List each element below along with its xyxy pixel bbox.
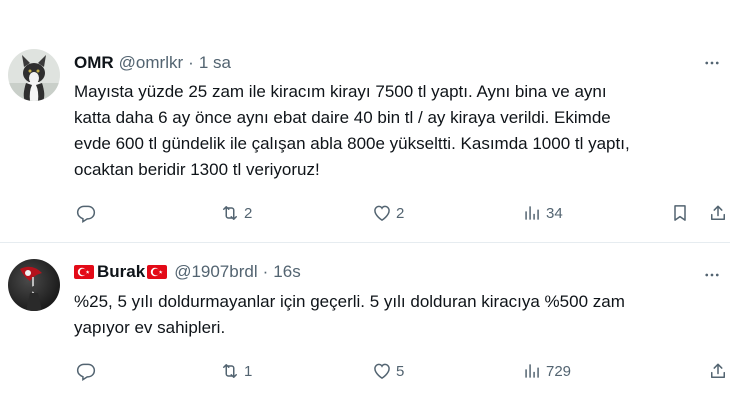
like-icon xyxy=(372,203,392,223)
tweet-header: OMR @omrlkr · 1 sa xyxy=(74,51,231,75)
tweet-text: Mayısta yüzde 25 zam ile kiracım kirayı … xyxy=(74,79,724,183)
user-handle[interactable]: @omrlkr xyxy=(119,53,183,73)
turkish-flag-icon xyxy=(74,265,94,279)
like-button[interactable]: 5 xyxy=(372,358,404,384)
share-icon xyxy=(708,203,728,223)
like-button[interactable]: 2 xyxy=(372,200,404,226)
display-name[interactable]: Burak xyxy=(97,262,145,282)
display-name[interactable]: OMR xyxy=(74,53,114,73)
views-count: 34 xyxy=(546,204,563,222)
views-icon xyxy=(522,361,542,381)
tweet-text-line: katta daha 6 ay önce aynı ebat daire 40 … xyxy=(74,108,611,127)
separator-dot: · xyxy=(188,53,194,72)
views-icon xyxy=(522,203,542,223)
retweet-count: 2 xyxy=(244,204,253,222)
more-icon[interactable] xyxy=(700,51,724,75)
like-count: 2 xyxy=(396,204,405,222)
separator-dot: · xyxy=(262,262,269,281)
retweet-button[interactable]: 1 xyxy=(220,358,252,384)
user-handle[interactable]: @1907brdl xyxy=(174,262,257,282)
tweet-text-line: evde 600 tl gündelik ile çalışan abla 80… xyxy=(74,134,630,153)
action-bar: 1 5 729 xyxy=(0,358,730,384)
tweet-omr[interactable]: OMR @omrlkr · 1 sa Mayısta yüzde 25 zam … xyxy=(0,37,730,243)
reply-icon xyxy=(76,203,96,223)
retweet-button[interactable]: 2 xyxy=(220,200,252,226)
action-bar: 2 2 34 xyxy=(0,200,730,226)
views-count: 729 xyxy=(546,362,572,380)
avatar[interactable] xyxy=(8,49,60,101)
reply-button[interactable] xyxy=(76,358,100,384)
views-button[interactable]: 729 xyxy=(522,358,571,384)
retweet-count: 1 xyxy=(244,362,253,380)
share-icon xyxy=(708,361,728,381)
tweet-text-line: Mayısta yüzde 25 zam ile kiracım kirayı … xyxy=(74,82,607,101)
tweet-text: %25, 5 yılı doldurmayanlar için geçerli.… xyxy=(74,289,724,341)
like-icon xyxy=(372,361,392,381)
more-icon[interactable] xyxy=(700,263,724,287)
share-button[interactable] xyxy=(708,200,728,226)
retweet-icon xyxy=(220,361,240,381)
share-button[interactable] xyxy=(708,358,728,384)
reply-icon xyxy=(76,361,96,381)
timestamp[interactable]: 1 sa xyxy=(199,53,231,73)
tweet-text-line: ocaktan beridir 1300 tl veriyoruz! xyxy=(74,160,320,179)
avatar[interactable] xyxy=(8,259,60,311)
tweet-text-line: %25, 5 yılı doldurmayanlar için geçerli.… xyxy=(74,292,625,311)
reply-button[interactable] xyxy=(76,200,100,226)
bookmark-button[interactable] xyxy=(670,200,690,226)
timestamp[interactable]: 16s xyxy=(273,262,300,282)
like-count: 5 xyxy=(396,362,405,380)
bookmark-icon xyxy=(670,203,690,223)
tweet-burak[interactable]: Burak @1907brdl · 16s %25, 5 yılı doldur… xyxy=(0,243,730,420)
views-button[interactable]: 34 xyxy=(522,200,563,226)
tweet-header: Burak @1907brdl · 16s xyxy=(74,260,301,284)
turkish-flag-icon xyxy=(147,265,168,279)
retweet-icon xyxy=(220,203,240,223)
tweet-text-line: yapıyor ev sahipleri. xyxy=(74,318,226,337)
